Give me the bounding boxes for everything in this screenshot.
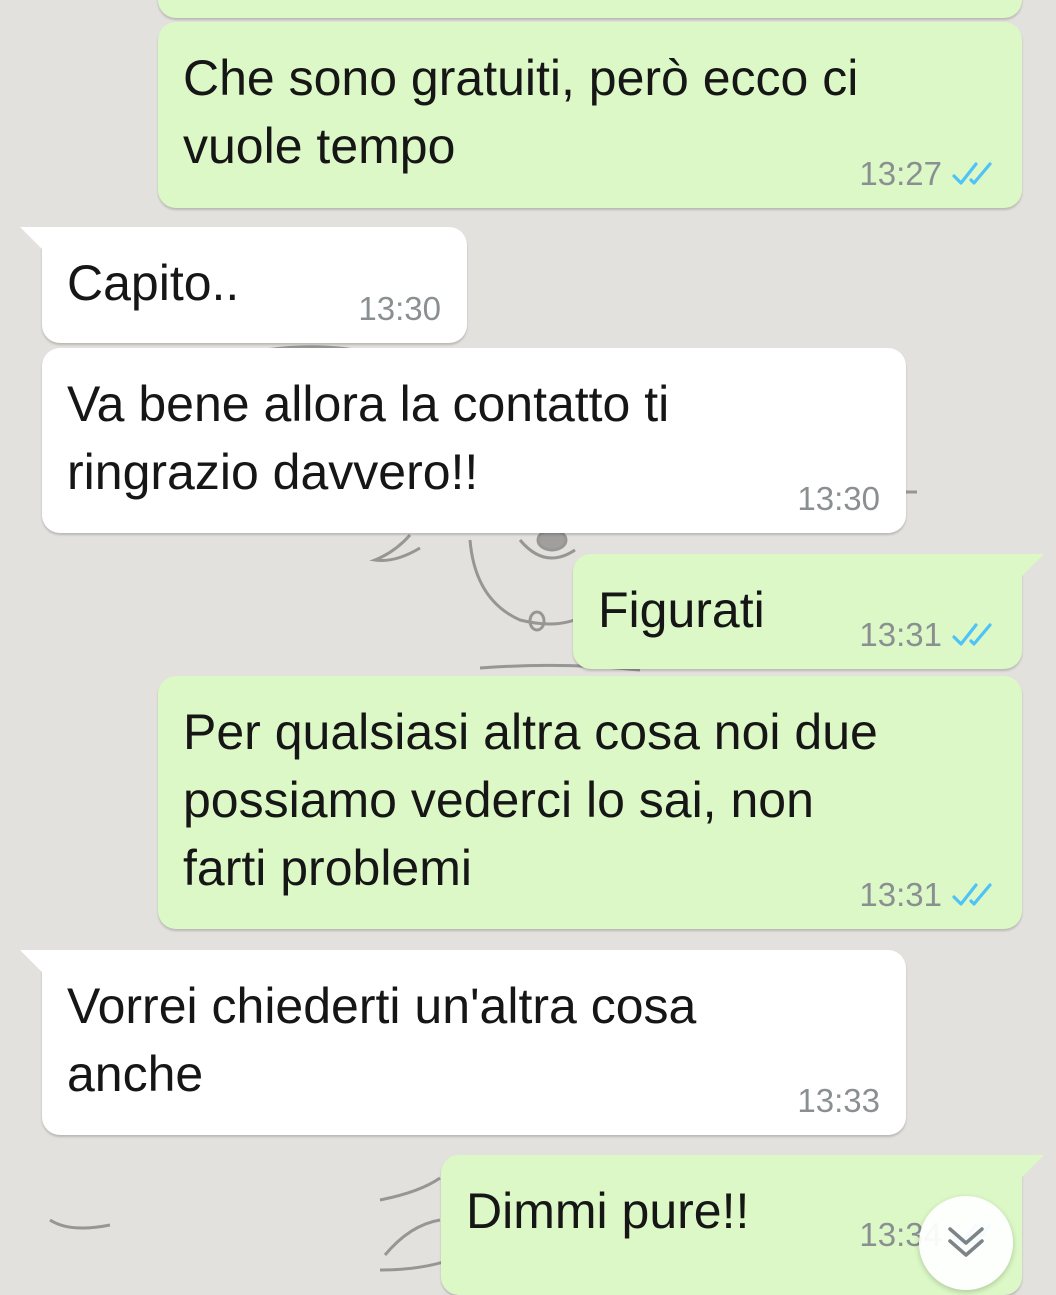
message-meta: 13:30 (797, 479, 880, 519)
message-meta: 13:31 (859, 615, 996, 655)
message-bubble-outgoing[interactable]: Che sono gratuiti, però ecco ci vuole te… (158, 22, 1022, 208)
message-text: Vorrei chiederti un'altra cosa anche (67, 978, 697, 1102)
message-bubble-outgoing-partial[interactable] (158, 0, 1022, 18)
message-bubble-incoming[interactable]: Capito.. 13:30 (20, 227, 467, 343)
scroll-to-bottom-button[interactable] (919, 1196, 1013, 1290)
message-meta: 13:33 (797, 1081, 880, 1121)
message-time: 13:27 (859, 155, 942, 192)
message-time: 13:33 (797, 1082, 880, 1119)
chevron-double-down-icon (948, 1227, 984, 1257)
message-text: Capito.. (67, 255, 240, 311)
message-meta: 13:27 (859, 154, 996, 194)
double-check-icon (952, 623, 992, 646)
message-bubble-incoming[interactable]: Va bene allora la contatto ti ringrazio … (42, 348, 906, 533)
message-text: Per qualsiasi altra cosa noi due possiam… (183, 704, 878, 896)
message-text: Dimmi pure!! (466, 1183, 750, 1239)
message-time: 13:31 (859, 876, 942, 913)
message-bubble-outgoing[interactable]: Figurati 13:31 (573, 554, 1044, 669)
message-text: Figurati (598, 582, 765, 638)
double-check-icon (952, 883, 992, 906)
double-check-icon (952, 162, 992, 185)
message-meta: 13:30 (358, 289, 441, 329)
message-text: Che sono gratuiti, però ecco ci vuole te… (183, 50, 859, 174)
chat-message-list[interactable]: Che sono gratuiti, però ecco ci vuole te… (0, 0, 1056, 1295)
message-time: 13:30 (358, 290, 441, 327)
message-bubble-outgoing[interactable]: Per qualsiasi altra cosa noi due possiam… (158, 676, 1022, 929)
message-text: Va bene allora la contatto ti ringrazio … (67, 376, 670, 500)
message-meta: 13:31 (859, 875, 996, 915)
message-time: 13:30 (797, 480, 880, 517)
message-bubble-incoming[interactable]: Vorrei chiederti un'altra cosa anche 13:… (20, 950, 906, 1135)
message-time: 13:31 (859, 616, 942, 653)
